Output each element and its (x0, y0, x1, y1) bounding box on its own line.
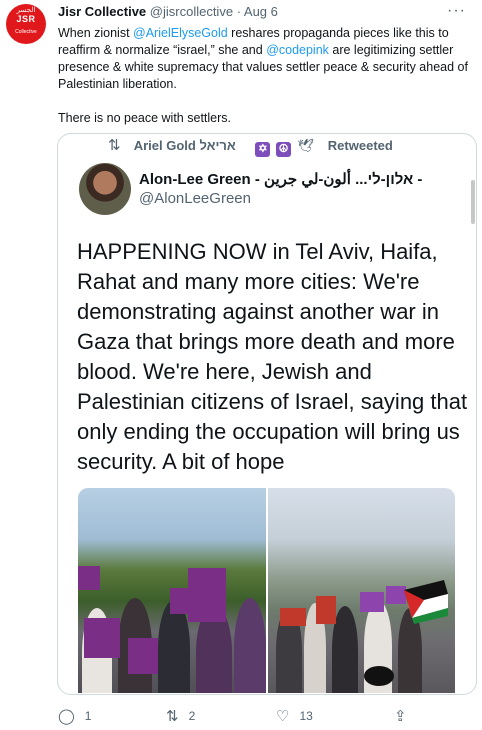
palestinian-flag (404, 580, 448, 624)
quoted-tweet-text: HAPPENING NOW in Tel Aviv, Haifa, Rahat … (77, 239, 468, 474)
retweet-icon: ⇅ (166, 708, 179, 725)
protest-sign (280, 608, 306, 626)
protest-sign (386, 586, 406, 604)
peace-emoji: ☮ (276, 142, 292, 157)
retweet-indicator: ⇅ Ariel Gold אריאל ✡ ☮ 🕊 Retweeted (108, 136, 393, 157)
tweet-header: Jisr Collective @jisrcollective · Aug 6 (58, 4, 278, 19)
reply-icon: ◯ (58, 708, 75, 725)
reply-count: 1 (84, 709, 92, 723)
like-button[interactable]: ♡ 13 (276, 707, 313, 725)
tweet-text-part: When zionist (58, 26, 134, 40)
avatar-logo-text: JSR (16, 14, 36, 24)
star-of-david-emoji: ✡ (255, 142, 271, 157)
protest-sign (316, 596, 336, 624)
protest-sign (188, 568, 226, 622)
dove-emoji: 🕊 (297, 138, 315, 153)
scrollbar[interactable] (471, 180, 475, 224)
more-icon[interactable]: ··· (447, 2, 466, 20)
author-name[interactable]: Jisr Collective (58, 4, 146, 19)
share-button[interactable]: ⇪ (394, 707, 417, 725)
mention-link[interactable]: @ArielElyseGold (133, 26, 228, 40)
tweet-text-line: There is no peace with settlers. (58, 111, 231, 125)
tweet-actions: ◯ 1 ⇅ 2 ♡ 13 ⇪ (58, 707, 468, 727)
retweet-count: 2 (188, 709, 196, 723)
author-handle[interactable]: @jisrcollective (150, 4, 233, 19)
share-icon: ⇪ (394, 708, 407, 725)
like-icon: ♡ (276, 708, 290, 725)
retweeter-name[interactable]: Ariel Gold אריאל (134, 138, 236, 153)
avatar-logo-arabic: الجسر (16, 7, 36, 14)
author-avatar[interactable]: الجسر JSR Collective (6, 4, 46, 44)
like-count: 13 (299, 709, 313, 723)
quoted-author-name[interactable]: Alon-Lee Green - אלון-לי... ألون-لي جرين… (139, 170, 422, 188)
tweet-text: When zionist @ArielElyseGold reshares pr… (58, 25, 473, 127)
protest-sign (84, 618, 120, 658)
protest-photo-right[interactable] (268, 488, 455, 693)
retweeted-label: Retweeted (327, 138, 393, 153)
retweet-button[interactable]: ⇅ 2 (166, 707, 195, 725)
protest-sign (170, 588, 190, 614)
protest-sign (128, 638, 158, 674)
quoted-author-avatar[interactable] (79, 163, 131, 215)
avatar-logo-small: Collective (15, 29, 37, 35)
protest-sign (360, 592, 384, 612)
tweet[interactable]: الجسر JSR Collective Jisr Collective @ji… (0, 0, 482, 730)
retweet-icon: ⇅ (108, 137, 121, 154)
mention-link[interactable]: @codepink (266, 43, 329, 57)
reply-button[interactable]: ◯ 1 (58, 707, 91, 725)
protest-sign (78, 566, 100, 590)
quoted-author-handle[interactable]: @AlonLeeGreen (139, 190, 251, 207)
tweet-date[interactable]: · Aug 6 (237, 4, 278, 19)
protest-photo-left[interactable] (78, 488, 266, 693)
